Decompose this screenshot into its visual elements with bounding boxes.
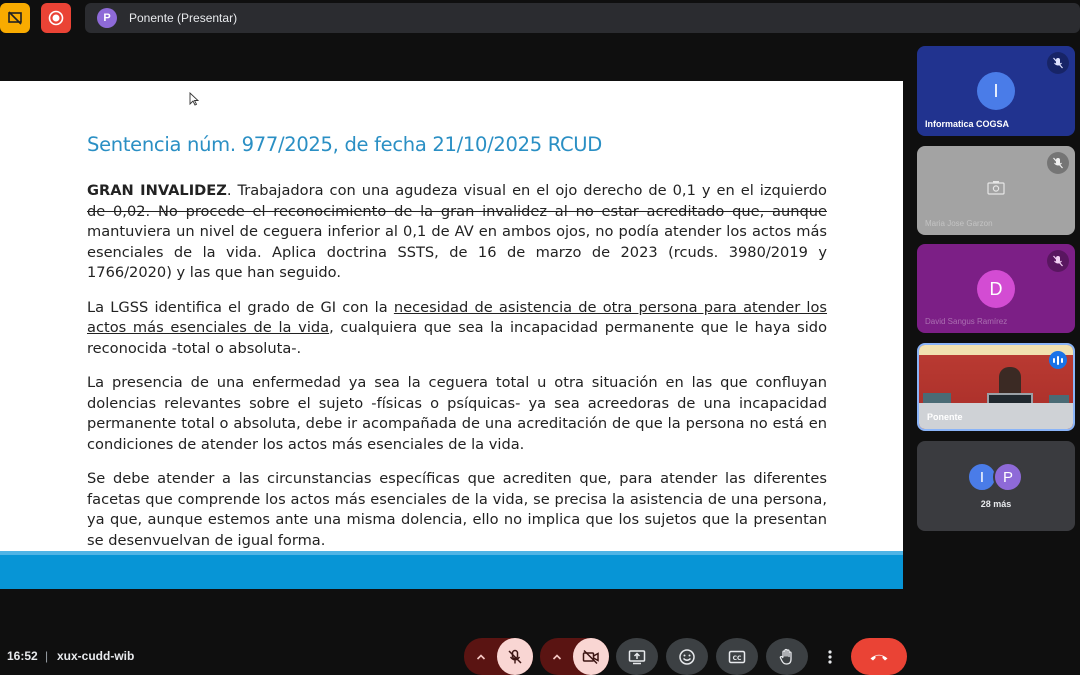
svg-text:CC: CC — [733, 655, 742, 662]
presentation-bar[interactable]: P Ponente (Presentar) — [85, 3, 1080, 33]
mic-off-icon — [508, 649, 522, 664]
camera-control — [540, 638, 609, 675]
more-options-button[interactable] — [817, 638, 843, 675]
paragraph-1: GRAN INVALIDEZ. Trabajadora con una agud… — [87, 181, 827, 284]
paragraph-1-struck: de 0,02. No procede el reconocimiento de… — [87, 202, 827, 220]
screen-share-off-icon — [8, 11, 22, 25]
meeting-time: 16:52 — [7, 649, 38, 663]
raise-hand-button[interactable] — [766, 638, 808, 675]
captions-button[interactable]: CC — [716, 638, 758, 675]
participant-tile-maria[interactable]: Maria Jose Garzon — [917, 146, 1075, 235]
recording-button[interactable] — [41, 3, 71, 33]
microphone-toggle-button[interactable] — [497, 638, 533, 675]
reactions-button[interactable] — [666, 638, 708, 675]
speaking-indicator-icon — [1049, 351, 1067, 369]
participant-tile-informatica[interactable]: I Informatica COGSA — [917, 46, 1075, 136]
more-vert-icon — [828, 649, 832, 664]
chevron-up-icon — [476, 653, 485, 660]
emoji-icon — [679, 648, 695, 665]
chevron-up-icon — [552, 653, 561, 660]
more-participants-tile[interactable]: I P 28 más — [917, 441, 1075, 531]
participant-avatar: P — [993, 462, 1023, 492]
paragraph-3: La presencia de una enfermedad ya sea la… — [87, 374, 827, 453]
paragraph-4: Se debe atender a las circunstancias esp… — [87, 470, 827, 549]
mic-off-icon — [1047, 52, 1069, 74]
slide-body: GRAN INVALIDEZ. Trabajadora con una agud… — [87, 181, 827, 565]
audio-options-button[interactable] — [464, 653, 497, 661]
paragraph-1-rest: mantuviera un nivel de ceguera inferior … — [87, 223, 827, 281]
presenter-avatar: P — [97, 8, 117, 28]
participant-name: Ponente — [927, 412, 963, 422]
camera-off-icon — [987, 181, 1005, 195]
paragraph-2: La LGSS identifica el grado de GI con la… — [87, 298, 827, 360]
hand-icon — [779, 648, 792, 665]
more-count-label: 28 más — [980, 499, 1012, 509]
separator: | — [45, 649, 49, 663]
paragraph-2-before: La LGSS identifica el grado de GI con la — [87, 298, 394, 316]
hang-up-icon — [870, 654, 888, 660]
paragraph-1-bold: GRAN INVALIDEZ — [87, 182, 227, 199]
camera-off-icon — [582, 649, 599, 664]
paragraph-1-line1: . Trabajadora con una agudeza visual en … — [226, 182, 827, 199]
camera-toggle-button[interactable] — [573, 638, 609, 675]
participant-avatar: D — [977, 270, 1015, 308]
presenter-label: Ponente (Presentar) — [129, 11, 238, 25]
captions-icon: CC — [728, 650, 746, 663]
participant-name: David Sangus Ramírez — [925, 317, 1008, 326]
microphone-control — [464, 638, 533, 675]
slide-title: Sentencia núm. 977/2025, de fecha 21/10/… — [87, 133, 602, 156]
captions-off-button[interactable] — [0, 3, 30, 33]
present-screen-icon — [628, 649, 646, 664]
leave-call-button[interactable] — [851, 638, 907, 675]
meeting-code: xux-cudd-wib — [57, 649, 135, 663]
present-screen-button[interactable] — [616, 638, 658, 675]
mouse-cursor-icon — [189, 92, 199, 106]
mic-off-icon — [1047, 152, 1069, 174]
participant-tile-david[interactable]: D David Sangus Ramírez — [917, 244, 1075, 333]
participant-tile-ponente[interactable]: Ponente — [917, 343, 1075, 431]
participant-name: Maria Jose Garzon — [925, 219, 993, 228]
record-icon — [48, 10, 64, 26]
participant-avatar: I — [977, 72, 1015, 110]
participant-name: Informatica COGSA — [925, 119, 1010, 129]
slide-footer-band — [0, 551, 903, 589]
mic-off-icon — [1047, 250, 1069, 272]
video-options-button[interactable] — [540, 653, 573, 661]
shared-slide: Sentencia núm. 977/2025, de fecha 21/10/… — [0, 81, 903, 589]
more-avatars: I P — [967, 462, 1023, 492]
